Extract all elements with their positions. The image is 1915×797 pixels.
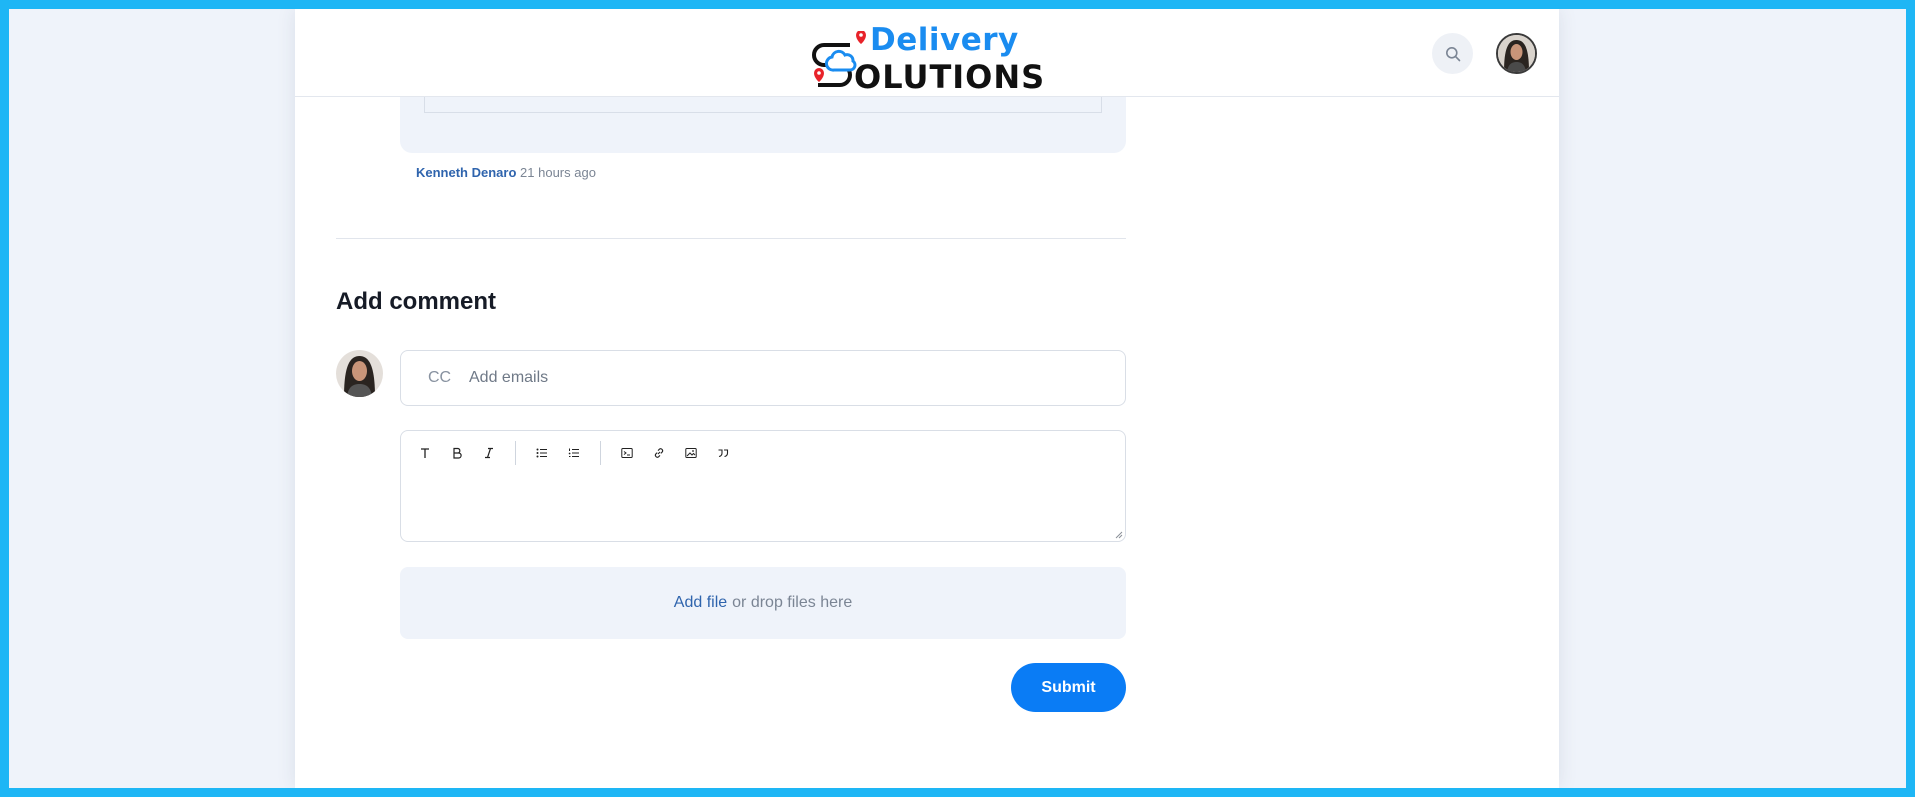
avatar-image <box>1498 35 1535 72</box>
logo-text-solutions: OLUTIONS <box>854 58 1046 96</box>
comment-author[interactable]: Kenneth Denaro <box>416 165 516 180</box>
text-style-icon[interactable] <box>409 441 441 465</box>
submit-button[interactable]: Submit <box>1011 663 1126 712</box>
resize-handle-icon[interactable] <box>1115 531 1123 539</box>
section-divider <box>336 238 1126 239</box>
quote-icon[interactable] <box>707 441 739 465</box>
delivery-solutions-logo[interactable]: Delivery OLUTIONS <box>810 19 1050 96</box>
italic-icon[interactable] <box>473 441 505 465</box>
previous-comment-card <box>400 97 1126 153</box>
comment-editor[interactable] <box>400 430 1126 542</box>
toolbar-separator <box>515 441 516 465</box>
page-container: Delivery OLUTIONS Kenneth Denaro 21 hour… <box>295 9 1559 788</box>
user-avatar[interactable] <box>1496 33 1537 74</box>
cc-email-field[interactable]: CC <box>400 350 1126 406</box>
comment-time: 21 hours ago <box>520 165 596 180</box>
file-dropzone[interactable]: Add file or drop files here <box>400 567 1126 639</box>
comment-quote-box <box>424 97 1102 113</box>
top-header: Delivery OLUTIONS <box>295 9 1559 97</box>
bullet-list-icon[interactable] <box>526 441 558 465</box>
cc-label: CC <box>428 369 452 386</box>
cc-email-input[interactable] <box>469 369 1125 387</box>
link-icon[interactable] <box>643 441 675 465</box>
bold-icon[interactable] <box>441 441 473 465</box>
add-comment-title: Add comment <box>336 288 497 315</box>
numbered-list-icon[interactable] <box>558 441 590 465</box>
avatar-image <box>336 350 383 397</box>
add-file-link[interactable]: Add file <box>674 594 727 612</box>
search-icon <box>1445 46 1460 61</box>
browser-viewport: Delivery OLUTIONS Kenneth Denaro 21 hour… <box>9 9 1906 788</box>
code-block-icon[interactable] <box>611 441 643 465</box>
logo-text-delivery: Delivery <box>870 22 1019 58</box>
search-button[interactable] <box>1432 33 1473 74</box>
image-icon[interactable] <box>675 441 707 465</box>
editor-toolbar <box>409 441 739 465</box>
dropzone-hint: or drop files here <box>732 594 853 611</box>
toolbar-separator <box>600 441 601 465</box>
comment-meta: Kenneth Denaro 21 hours ago <box>416 165 596 180</box>
commenter-avatar <box>336 350 383 397</box>
